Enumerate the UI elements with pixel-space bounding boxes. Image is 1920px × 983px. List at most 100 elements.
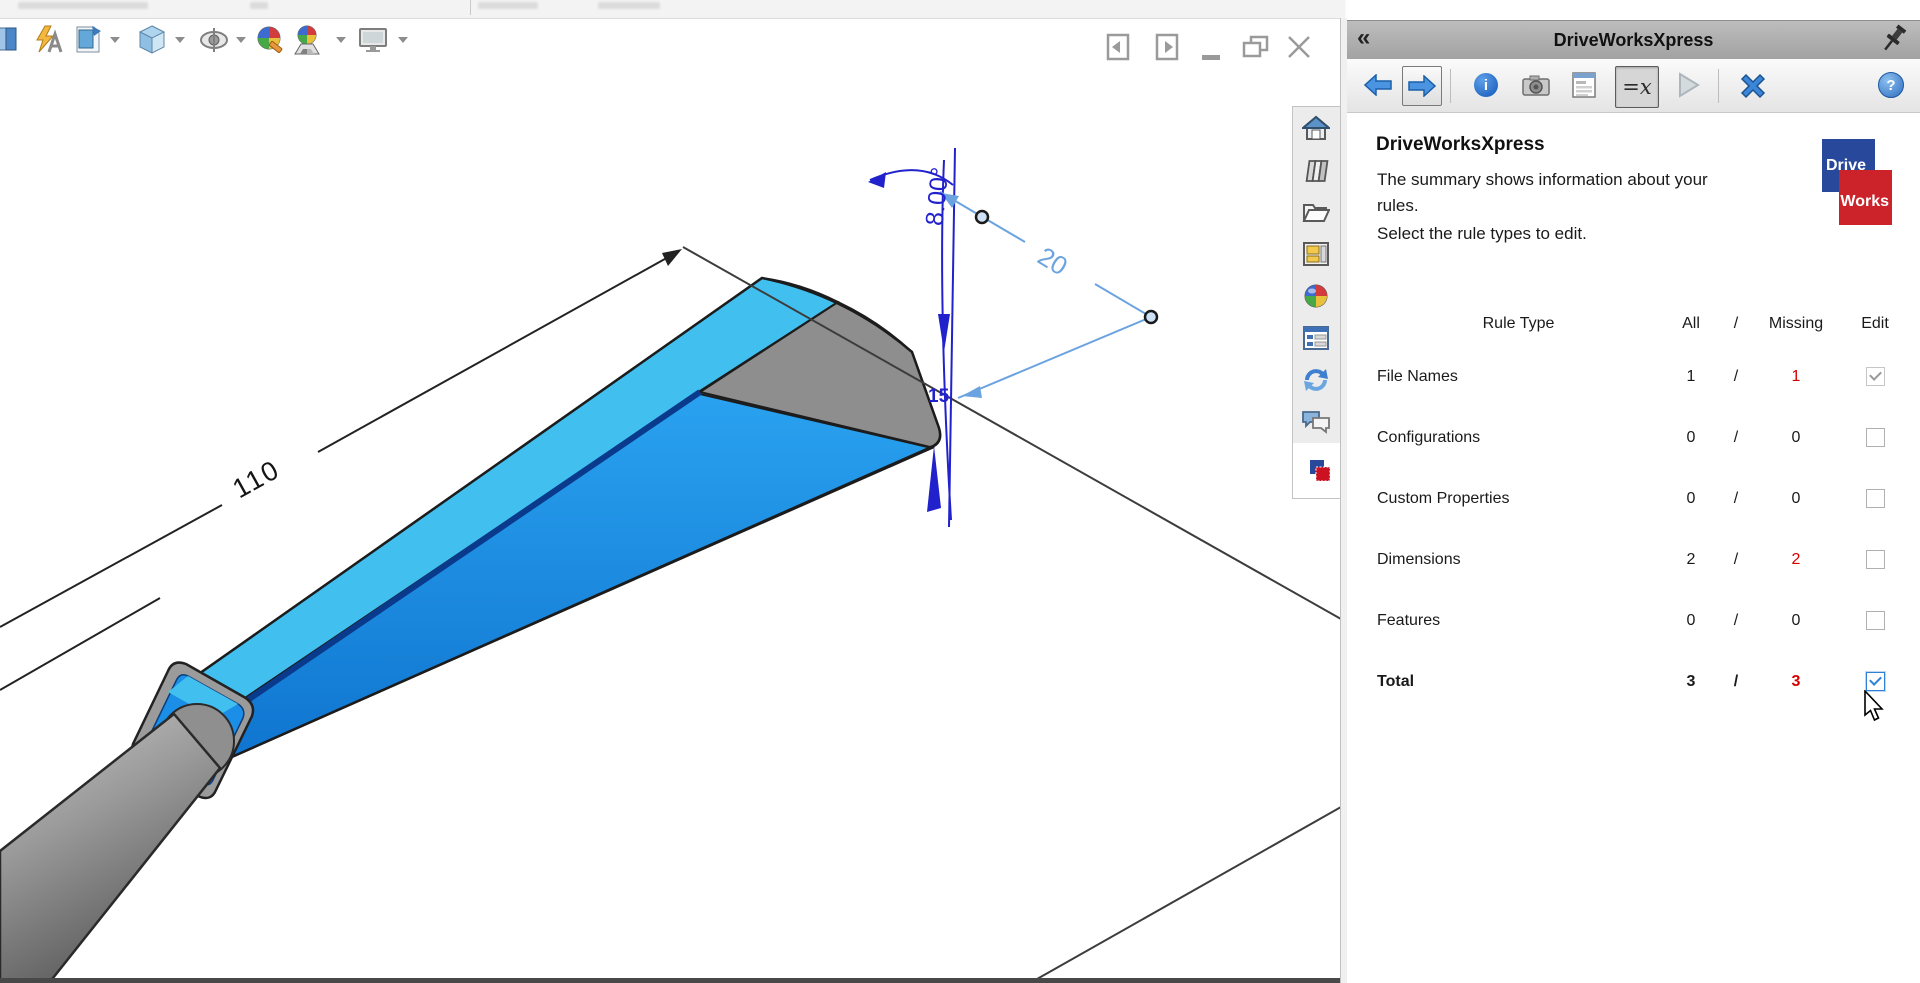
tab-appearances[interactable] [1293,275,1339,318]
cad-viewport[interactable] [0,0,1341,983]
all-count: 3 [1686,672,1696,690]
all-count: 0 [1686,489,1696,507]
end-dimension-value[interactable]: 15 [928,386,949,408]
close-wizard-button[interactable] [1735,66,1771,104]
rule-type-label: Configurations [1377,428,1481,446]
tab-driveworksxpress[interactable] [1293,443,1347,498]
tab-view-palette[interactable] [1293,233,1339,276]
rule-type-label: Features [1377,611,1441,629]
sync-arrows-icon [1304,369,1328,391]
forward-button[interactable] [1402,66,1442,106]
missing-count: 0 [1791,489,1801,507]
missing-count: 0 [1791,611,1801,629]
play-icon [1679,72,1700,98]
toolbar-separator [1718,69,1719,103]
rule-type-label: Dimensions [1377,550,1461,568]
logo-works-text: Works [1840,193,1889,210]
part-body[interactable] [191,276,942,766]
slash: / [1733,611,1739,629]
table-row: Configurations 0 / 0 [1377,407,1908,468]
summary-button[interactable] [1567,66,1601,104]
driveworksxpress-panel: « DriveWorksXpress i =x ? DriveWorksXpre… [1347,0,1920,983]
camera-icon [1522,75,1550,96]
toolbar-separator [1450,69,1451,103]
slash: / [1733,367,1739,385]
edit-checkbox[interactable] [1865,367,1885,386]
forward-arrow-icon [1408,75,1436,97]
slash: / [1733,428,1739,446]
table-row-total: Total 3 / 3 [1377,651,1908,712]
table-row: Dimensions 2 / 2 [1377,529,1908,590]
part-rod[interactable] [0,712,222,983]
table-header-row: Rule Type All / Missing Edit [1377,302,1908,346]
info-glyph: i [1483,76,1489,94]
tab-custom-properties[interactable] [1293,317,1339,360]
home-icon [1302,115,1330,140]
run-button[interactable] [1672,66,1706,104]
panel-description-line1: The summary shows information about your [1377,170,1708,189]
folder-icon [1302,204,1330,222]
chat-bubbles-icon [1302,411,1330,434]
summary-form-icon [1572,72,1596,98]
tab-design-library[interactable] [1293,149,1339,192]
panel-title: DriveWorksXpress [1553,29,1714,50]
status-bar-edge [0,978,1341,983]
tab-solidworks-connect[interactable] [1293,359,1339,402]
panel-description-line2: rules. [1377,196,1419,215]
missing-count: 0 [1791,428,1801,446]
panel-heading: DriveWorksXpress [1376,134,1545,155]
slash: / [1733,672,1739,690]
table-row: File Names 1 / 1 [1377,346,1908,407]
rule-type-label: Total [1377,672,1415,690]
custom-properties-icon [1303,326,1329,350]
slash: / [1733,550,1739,568]
tab-file-explorer[interactable] [1293,191,1339,234]
offset-dimension[interactable] [939,191,1159,399]
blue-x-icon [1740,73,1766,99]
panel-titlebar: « DriveWorksXpress [1347,20,1920,60]
info-icon: i [1474,73,1498,97]
back-button[interactable] [1362,66,1394,104]
driveworks-logo: Drive Works [1822,139,1920,229]
mouse-cursor [1864,690,1884,722]
equals-x-icon: =x [1622,75,1652,99]
rules-button[interactable]: =x [1615,66,1659,108]
missing-count: 3 [1791,672,1801,690]
edit-checkbox[interactable] [1865,489,1885,508]
help-glyph: ? [1886,76,1896,94]
header-rule-type: Rule Type [1482,315,1555,332]
edit-checkbox[interactable] [1865,428,1885,447]
pin-icon[interactable] [1880,23,1910,60]
all-count: 2 [1686,550,1696,568]
solidworks-window: 110 20 8.00° 15 « DriveWorksXpress i =x … [0,0,1920,983]
header-missing: Missing [1768,315,1824,332]
rules-summary-table: Rule Type All / Missing Edit File Names … [1377,302,1908,712]
header-all: All [1682,315,1700,332]
all-count: 1 [1686,367,1696,385]
appearance-sphere-icon [1304,284,1328,308]
missing-count: 2 [1791,550,1801,568]
task-pane-tabs [1292,106,1347,499]
capture-button[interactable] [1519,66,1553,104]
edit-checkbox[interactable] [1865,672,1885,691]
driveworksxpress-icon [1310,459,1331,481]
back-arrow-icon [1364,74,1392,96]
tab-solidworks-forum[interactable] [1293,401,1339,444]
view-palette-icon [1303,242,1329,266]
all-count: 0 [1686,611,1696,629]
missing-count: 1 [1791,367,1801,385]
information-button[interactable]: i [1469,66,1503,104]
help-button[interactable]: ? [1874,66,1908,104]
books-icon [1305,160,1329,182]
help-icon: ? [1878,72,1904,98]
header-edit: Edit [1861,315,1889,332]
rule-type-label: Custom Properties [1377,489,1510,507]
edit-checkbox[interactable] [1865,550,1885,569]
panel-description-line3: Select the rule types to edit. [1377,224,1587,243]
table-row: Features 0 / 0 [1377,590,1908,651]
header-slash: / [1733,315,1739,332]
rule-type-label: File Names [1377,367,1458,385]
table-row: Custom Properties 0 / 0 [1377,468,1908,529]
tab-solidworks-resources[interactable] [1293,107,1339,150]
edit-checkbox[interactable] [1865,611,1885,630]
